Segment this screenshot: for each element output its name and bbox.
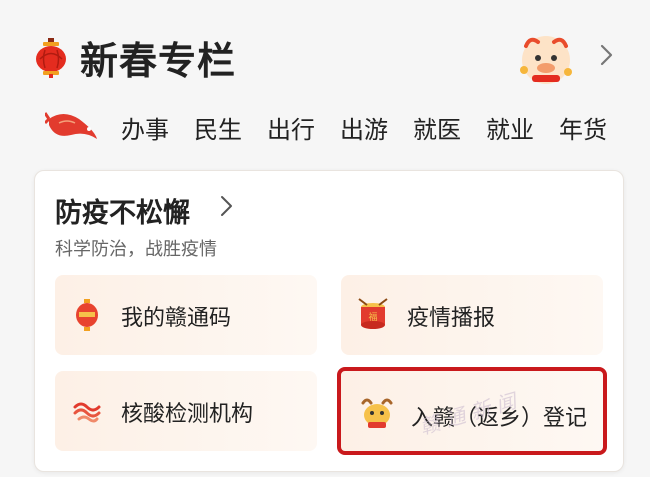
card-subtitle: 科学防治，战胜疫情 bbox=[55, 239, 217, 260]
tile-label: 我的赣通码 bbox=[121, 306, 232, 331]
page-title: 新春专栏 bbox=[80, 39, 237, 83]
nav-item-chuyou[interactable]: 出游 bbox=[340, 110, 388, 145]
tile-epidemic-report[interactable]: 福 疫情播报 bbox=[341, 275, 603, 355]
ox-small-icon bbox=[361, 398, 393, 428]
ox-mascot-icon[interactable] bbox=[516, 30, 576, 84]
header: 新春专栏 bbox=[0, 0, 650, 112]
swirl-icon bbox=[73, 402, 101, 423]
nav-item-jiuye[interactable]: 就业 bbox=[486, 110, 534, 145]
nav-item-nianhuo[interactable]: 年货 bbox=[559, 110, 607, 145]
lantern-icon bbox=[36, 38, 66, 78]
nav-item-banshi[interactable]: 办事 bbox=[121, 110, 169, 145]
nav-item-chuxing[interactable]: 出行 bbox=[267, 110, 315, 145]
tile-label: 核酸检测机构 bbox=[121, 402, 254, 427]
epidemic-card: 防疫不松懈 科学防治，战胜疫情 我的赣通码 福 疫情播报 核酸检测机构 入赣（返… bbox=[34, 170, 624, 472]
tile-label: 疫情播报 bbox=[407, 306, 496, 331]
svg-text:福: 福 bbox=[368, 311, 377, 323]
tile-nat-testing[interactable]: 核酸检测机构 bbox=[55, 371, 317, 451]
nav-item-jiuyi[interactable]: 就医 bbox=[413, 110, 461, 145]
nav-item-minsheng[interactable]: 民生 bbox=[194, 110, 242, 145]
category-nav: 办事 民生 出行 出游 就医 就业 年货 bbox=[0, 104, 650, 150]
drum-icon: 福 bbox=[358, 298, 388, 329]
lantern-small-icon bbox=[76, 299, 98, 331]
chevron-right-icon[interactable] bbox=[594, 43, 618, 67]
tile-health-code[interactable]: 我的赣通码 bbox=[55, 275, 317, 355]
card-title[interactable]: 防疫不松懈 bbox=[55, 191, 190, 230]
koi-fish-icon bbox=[45, 112, 97, 139]
chevron-right-icon[interactable] bbox=[217, 195, 237, 217]
